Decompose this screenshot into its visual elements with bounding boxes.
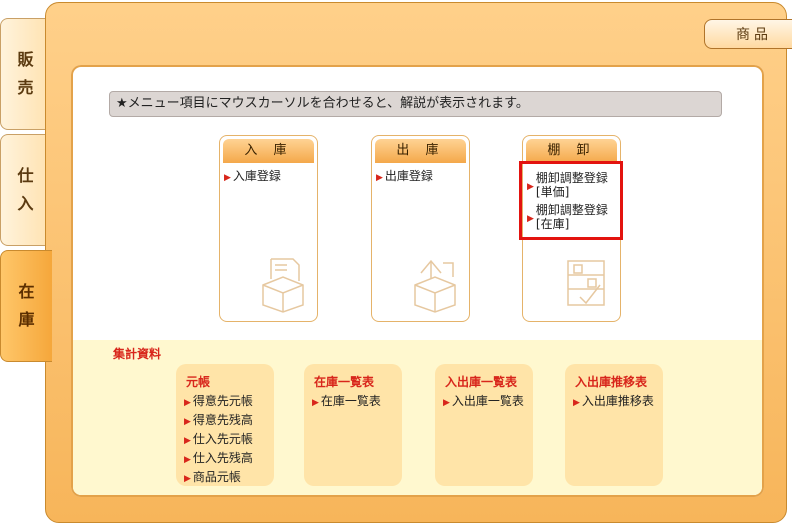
link-receiving-entry-label: 入庫登録 — [232, 169, 281, 183]
tab-purchase-char-2: 入 — [17, 194, 34, 213]
box-icon — [414, 259, 456, 313]
link-shipping-entry[interactable]: ▶ 出庫登録 — [376, 169, 469, 185]
link-customer-balance[interactable]: ▶ 得意先残高 — [184, 413, 274, 430]
group-ledger-title: 元帳 — [186, 375, 211, 389]
link-stock-list[interactable]: ▶ 在庫一覧表 — [312, 394, 402, 411]
triangle-icon: ▶ — [184, 398, 191, 408]
link-receiving-entry[interactable]: ▶ 入庫登録 — [224, 169, 317, 185]
tab-sales-char-1: 販 — [17, 50, 34, 69]
group-stock-list: 在庫一覧表 ▶ 在庫一覧表 — [304, 364, 402, 486]
card-receiving: 入 庫 ▶ 入庫登録 — [219, 135, 318, 322]
group-stock-list-title: 在庫一覧表 — [314, 375, 375, 389]
tab-sales-char-2: 売 — [17, 78, 34, 97]
link-label: 入出庫推移表 — [581, 394, 654, 408]
tab-purchase-char-1: 仕 — [17, 166, 34, 185]
tab-inventory-char-2: 庫 — [18, 310, 35, 329]
tab-purchase[interactable]: 仕 入 — [0, 134, 50, 246]
link-label: 得意先残高 — [192, 413, 253, 427]
link-label: 在庫一覧表 — [320, 394, 381, 408]
link-inout-list[interactable]: ▶ 入出庫一覧表 — [443, 394, 533, 411]
hint-notice: ★メニュー項目にマウスカーソルを合わせると、解説が表示されます。 — [109, 91, 722, 117]
group-ledger: 元帳 ▶ 得意先元帳 ▶ 得意先残高 ▶ 仕入先元帳 ▶ 仕入先残高 ▶ 商品元帳 — [176, 364, 274, 486]
link-label: 入出庫一覧表 — [451, 394, 524, 408]
group-inout-trend: 入出庫推移表 ▶ 入出庫推移表 — [565, 364, 663, 486]
card-stocktaking-title: 棚 卸 — [526, 139, 617, 163]
triangle-icon: ▶ — [184, 436, 191, 446]
triangle-icon: ▶ — [184, 417, 191, 427]
link-inout-trend[interactable]: ▶ 入出庫推移表 — [573, 394, 663, 411]
triangle-icon: ▶ — [376, 173, 383, 183]
triangle-icon: ▶ — [184, 455, 191, 465]
tab-inventory[interactable]: 在 庫 — [0, 250, 52, 362]
aggregate-title: 集計資料 — [113, 347, 162, 361]
group-inout-trend-title: 入出庫推移表 — [575, 375, 648, 389]
group-inout-list: 入出庫一覧表 ▶ 入出庫一覧表 — [435, 364, 533, 486]
triangle-icon: ▶ — [443, 398, 450, 408]
tab-inventory-char-1: 在 — [18, 282, 35, 301]
link-supplier-balance[interactable]: ▶ 仕入先残高 — [184, 451, 274, 468]
link-label: 仕入先元帳 — [192, 432, 253, 446]
link-product-ledger[interactable]: ▶ 商品元帳 — [184, 470, 274, 487]
card-shipping-title: 出 庫 — [375, 139, 466, 163]
card-shipping: 出 庫 ▶ 出庫登録 — [371, 135, 470, 322]
products-button[interactable]: 商品 — [704, 19, 792, 49]
link-label: 得意先元帳 — [192, 394, 253, 408]
link-supplier-ledger[interactable]: ▶ 仕入先元帳 — [184, 432, 274, 449]
tab-sales[interactable]: 販 売 — [0, 18, 50, 130]
group-inout-list-title: 入出庫一覧表 — [445, 375, 518, 389]
triangle-icon: ▶ — [184, 474, 191, 484]
selection-highlight — [519, 161, 623, 240]
link-customer-ledger[interactable]: ▶ 得意先元帳 — [184, 394, 274, 411]
main-frame: 商品 ★メニュー項目にマウスカーソルを合わせると、解説が表示されます。 入 庫 … — [45, 2, 792, 523]
inventory-check-icon — [567, 260, 605, 306]
card-receiving-title: 入 庫 — [223, 139, 314, 163]
menu-panel: ★メニュー項目にマウスカーソルを合わせると、解説が表示されます。 入 庫 ▶ 入… — [71, 65, 764, 497]
triangle-icon: ▶ — [312, 398, 319, 408]
link-shipping-entry-label: 出庫登録 — [384, 169, 433, 183]
aggregate-section: 集計資料 元帳 ▶ 得意先元帳 ▶ 得意先残高 ▶ 仕入先元帳 ▶ 仕入先残高 ▶ 商品元… — [73, 340, 762, 495]
link-label: 仕入先残高 — [192, 451, 253, 465]
box-icon — [262, 258, 304, 313]
link-label: 商品元帳 — [192, 470, 241, 484]
triangle-icon: ▶ — [224, 173, 231, 183]
triangle-icon: ▶ — [573, 398, 580, 408]
